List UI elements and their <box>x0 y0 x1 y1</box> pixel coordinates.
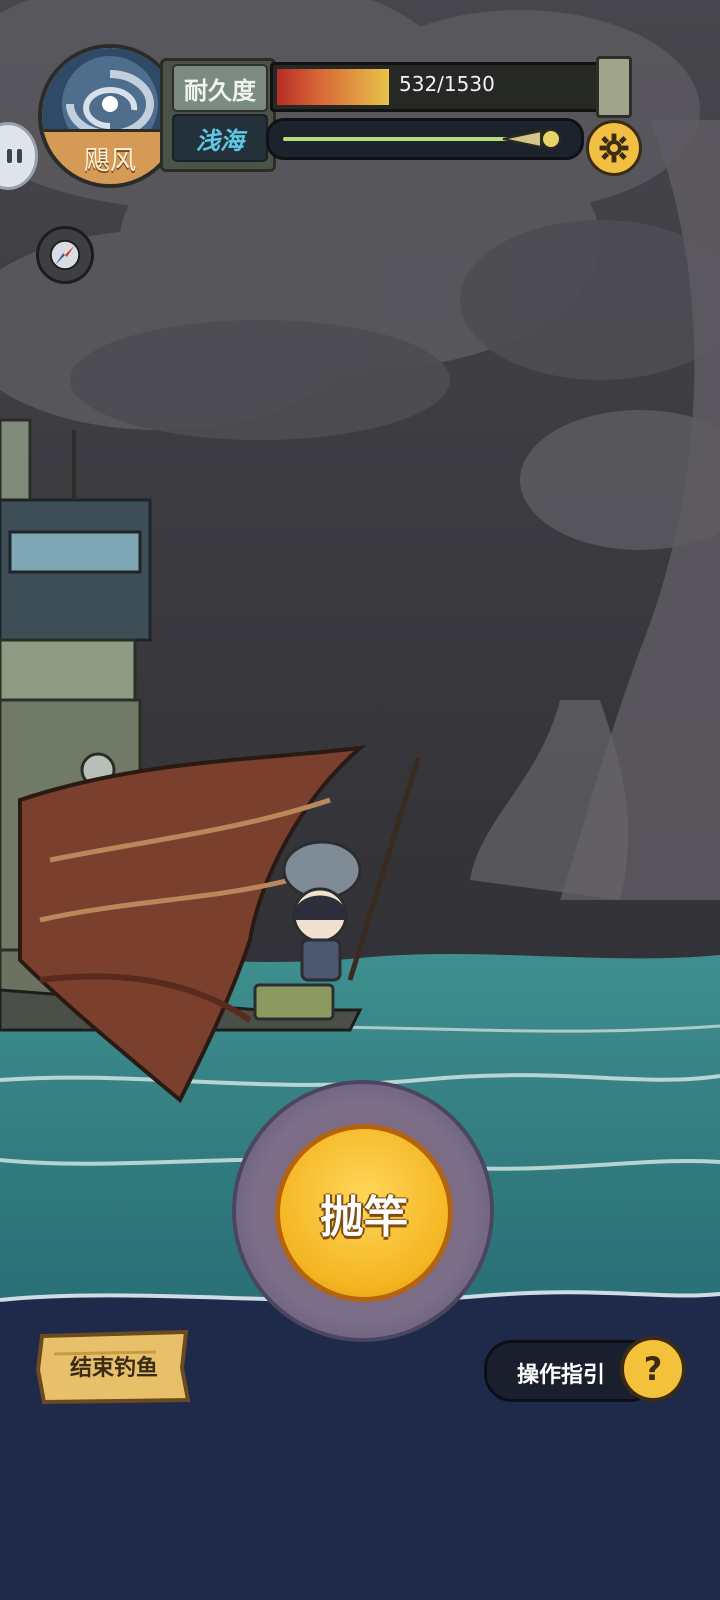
durability-bar: 532/1530 <box>270 62 606 112</box>
chat-bubble-icon[interactable] <box>0 122 38 190</box>
compass-icon <box>49 239 81 271</box>
weather-label: 飓风 <box>83 145 136 176</box>
end-fishing-label: 结束钓鱼 <box>69 1356 158 1381</box>
cast-button[interactable]: 抛竿 <box>275 1124 453 1302</box>
durability-value: 532/1530 <box>399 72 495 96</box>
guide-label: 操作指引 <box>517 1363 606 1388</box>
question-mark-icon[interactable]: ? <box>620 1336 686 1402</box>
depth-progress <box>266 118 584 160</box>
end-fishing-button[interactable]: 结束钓鱼 <box>36 1330 192 1404</box>
durability-fill <box>277 69 389 105</box>
gear-icon <box>599 133 629 163</box>
compass-button[interactable] <box>36 226 94 284</box>
depth-arrow-icon <box>502 129 561 149</box>
depth-label: 浅海 <box>172 114 268 162</box>
durability-label: 耐久度 <box>172 64 268 112</box>
cast-button-label: 抛竿 <box>320 1192 408 1243</box>
durability-bar-cap <box>596 56 632 118</box>
settings-button[interactable] <box>586 120 642 176</box>
